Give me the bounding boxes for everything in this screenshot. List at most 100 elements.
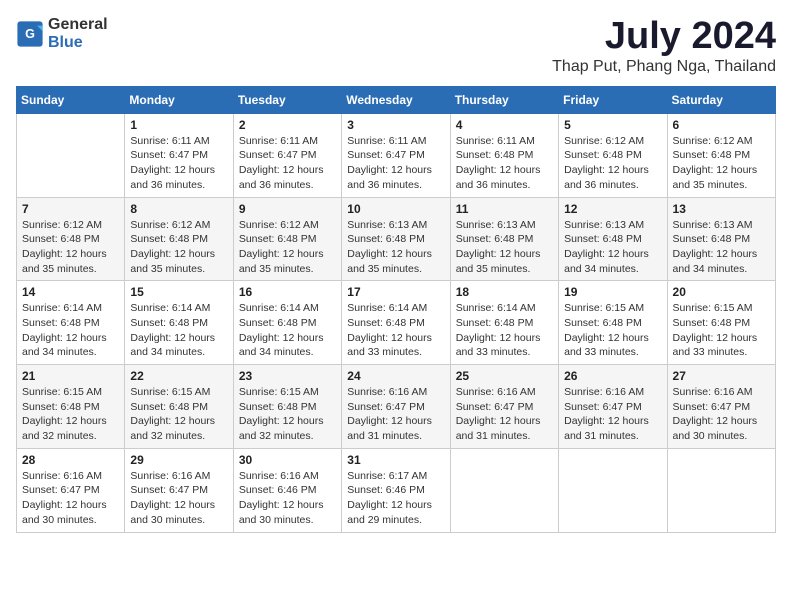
calendar-cell: 17 Sunrise: 6:14 AMSunset: 6:48 PMDayligh… [342,281,450,365]
day-number: 11 [456,202,553,216]
day-header-wednesday: Wednesday [342,86,450,113]
calendar-cell: 22 Sunrise: 6:15 AMSunset: 6:48 PMDayligh… [125,365,233,449]
cell-text: Sunrise: 6:15 AMSunset: 6:48 PMDaylight:… [239,385,336,444]
cell-text: Sunrise: 6:12 AMSunset: 6:48 PMDaylight:… [673,134,770,193]
calendar-cell: 20Sunrise: 6:15 AMSunset: 6:48 PMDayligh… [667,281,775,365]
calendar-cell: 19 Sunrise: 6:15 AMSunset: 6:48 PMDayligh… [559,281,667,365]
calendar-cell [559,448,667,532]
logo-icon: G [16,20,44,48]
cell-text: Sunrise: 6:16 AMSunset: 6:46 PMDaylight:… [239,469,336,528]
calendar-cell: 16 Sunrise: 6:14 AMSunset: 6:48 PMDayligh… [233,281,341,365]
day-number: 23 [239,369,336,383]
day-number: 2 [239,118,336,132]
cell-text: Sunrise: 6:16 AMSunset: 6:47 PMDaylight:… [673,385,770,444]
calendar-cell: 18 Sunrise: 6:14 AMSunset: 6:48 PMDayligh… [450,281,558,365]
calendar-cell: 11 Sunrise: 6:13 AMSunset: 6:48 PMDayligh… [450,197,558,281]
day-header-saturday: Saturday [667,86,775,113]
calendar-cell: 25 Sunrise: 6:16 AMSunset: 6:47 PMDayligh… [450,365,558,449]
calendar-cell: 21Sunrise: 6:15 AMSunset: 6:48 PMDayligh… [17,365,125,449]
day-header-tuesday: Tuesday [233,86,341,113]
day-number: 9 [239,202,336,216]
day-number: 22 [130,369,227,383]
cell-text: Sunrise: 6:15 AMSunset: 6:48 PMDaylight:… [564,301,661,360]
day-number: 25 [456,369,553,383]
cell-text: Sunrise: 6:16 AMSunset: 6:47 PMDaylight:… [347,385,444,444]
cell-text: Sunrise: 6:14 AMSunset: 6:48 PMDaylight:… [456,301,553,360]
day-number: 16 [239,285,336,299]
cell-text: Sunrise: 6:15 AMSunset: 6:48 PMDaylight:… [130,385,227,444]
day-number: 8 [130,202,227,216]
month-title: July 2024 [552,16,776,58]
calendar-cell: 5 Sunrise: 6:12 AMSunset: 6:48 PMDaylight… [559,113,667,197]
day-number: 6 [673,118,770,132]
day-number: 20 [673,285,770,299]
calendar-cell: 9 Sunrise: 6:12 AMSunset: 6:48 PMDaylight… [233,197,341,281]
calendar-table: SundayMondayTuesdayWednesdayThursdayFrid… [16,86,776,533]
calendar-cell: 24 Sunrise: 6:16 AMSunset: 6:47 PMDayligh… [342,365,450,449]
day-number: 18 [456,285,553,299]
calendar-cell: 7 Sunrise: 6:12 AMSunset: 6:48 PMDaylight… [17,197,125,281]
day-number: 28 [22,453,119,467]
cell-text: Sunrise: 6:12 AMSunset: 6:48 PMDaylight:… [564,134,661,193]
calendar-cell: 2 Sunrise: 6:11 AMSunset: 6:47 PMDaylight… [233,113,341,197]
cell-text: Sunrise: 6:11 AMSunset: 6:48 PMDaylight:… [456,134,553,193]
cell-text: Sunrise: 6:16 AMSunset: 6:47 PMDaylight:… [22,469,119,528]
day-number: 15 [130,285,227,299]
location-title: Thap Put, Phang Nga, Thailand [552,58,776,76]
cell-text: Sunrise: 6:11 AMSunset: 6:47 PMDaylight:… [130,134,227,193]
logo: G General Blue [16,16,108,51]
day-header-sunday: Sunday [17,86,125,113]
calendar-cell: 10 Sunrise: 6:13 AMSunset: 6:48 PMDayligh… [342,197,450,281]
day-number: 27 [673,369,770,383]
cell-text: Sunrise: 6:16 AMSunset: 6:47 PMDaylight:… [564,385,661,444]
calendar-cell: 8 Sunrise: 6:12 AMSunset: 6:48 PMDaylight… [125,197,233,281]
cell-text: Sunrise: 6:11 AMSunset: 6:47 PMDaylight:… [239,134,336,193]
calendar-cell: 30 Sunrise: 6:16 AMSunset: 6:46 PMDayligh… [233,448,341,532]
calendar-cell: 15 Sunrise: 6:14 AMSunset: 6:48 PMDayligh… [125,281,233,365]
cell-text: Sunrise: 6:15 AMSunset: 6:48 PMDaylight:… [22,385,119,444]
calendar-cell [450,448,558,532]
calendar-cell: 4 Sunrise: 6:11 AMSunset: 6:48 PMDaylight… [450,113,558,197]
calendar-cell [667,448,775,532]
cell-text: Sunrise: 6:13 AMSunset: 6:48 PMDaylight:… [347,218,444,277]
cell-text: Sunrise: 6:12 AMSunset: 6:48 PMDaylight:… [239,218,336,277]
cell-text: Sunrise: 6:13 AMSunset: 6:48 PMDaylight:… [456,218,553,277]
calendar-cell: 28 Sunrise: 6:16 AMSunset: 6:47 PMDayligh… [17,448,125,532]
header: G General Blue July 2024 Thap Put, Phang… [16,16,776,76]
logo-blue: Blue [48,34,108,52]
cell-text: Sunrise: 6:14 AMSunset: 6:48 PMDaylight:… [239,301,336,360]
day-number: 30 [239,453,336,467]
cell-text: Sunrise: 6:16 AMSunset: 6:47 PMDaylight:… [456,385,553,444]
calendar-cell [17,113,125,197]
day-number: 4 [456,118,553,132]
cell-text: Sunrise: 6:14 AMSunset: 6:48 PMDaylight:… [347,301,444,360]
calendar-cell: 14 Sunrise: 6:14 AMSunset: 6:48 PMDayligh… [17,281,125,365]
cell-text: Sunrise: 6:14 AMSunset: 6:48 PMDaylight:… [22,301,119,360]
cell-text: Sunrise: 6:14 AMSunset: 6:48 PMDaylight:… [130,301,227,360]
day-header-monday: Monday [125,86,233,113]
day-number: 17 [347,285,444,299]
day-number: 1 [130,118,227,132]
day-number: 14 [22,285,119,299]
cell-text: Sunrise: 6:12 AMSunset: 6:48 PMDaylight:… [22,218,119,277]
calendar-cell: 27 Sunrise: 6:16 AMSunset: 6:47 PMDayligh… [667,365,775,449]
day-number: 7 [22,202,119,216]
cell-text: Sunrise: 6:11 AMSunset: 6:47 PMDaylight:… [347,134,444,193]
day-number: 19 [564,285,661,299]
title-area: July 2024 Thap Put, Phang Nga, Thailand [552,16,776,76]
calendar-cell: 1 Sunrise: 6:11 AMSunset: 6:47 PMDaylight… [125,113,233,197]
svg-text:G: G [25,27,35,41]
calendar-cell: 29Sunrise: 6:16 AMSunset: 6:47 PMDayligh… [125,448,233,532]
calendar-cell: 13Sunrise: 6:13 AMSunset: 6:48 PMDayligh… [667,197,775,281]
cell-text: Sunrise: 6:16 AMSunset: 6:47 PMDaylight:… [130,469,227,528]
day-number: 10 [347,202,444,216]
cell-text: Sunrise: 6:13 AMSunset: 6:48 PMDaylight:… [564,218,661,277]
day-number: 5 [564,118,661,132]
calendar-cell: 23 Sunrise: 6:15 AMSunset: 6:48 PMDayligh… [233,365,341,449]
cell-text: Sunrise: 6:12 AMSunset: 6:48 PMDaylight:… [130,218,227,277]
calendar-cell: 6 Sunrise: 6:12 AMSunset: 6:48 PMDaylight… [667,113,775,197]
calendar-cell: 31Sunrise: 6:17 AMSunset: 6:46 PMDayligh… [342,448,450,532]
day-number: 13 [673,202,770,216]
day-number: 24 [347,369,444,383]
logo-general: General [48,16,108,34]
